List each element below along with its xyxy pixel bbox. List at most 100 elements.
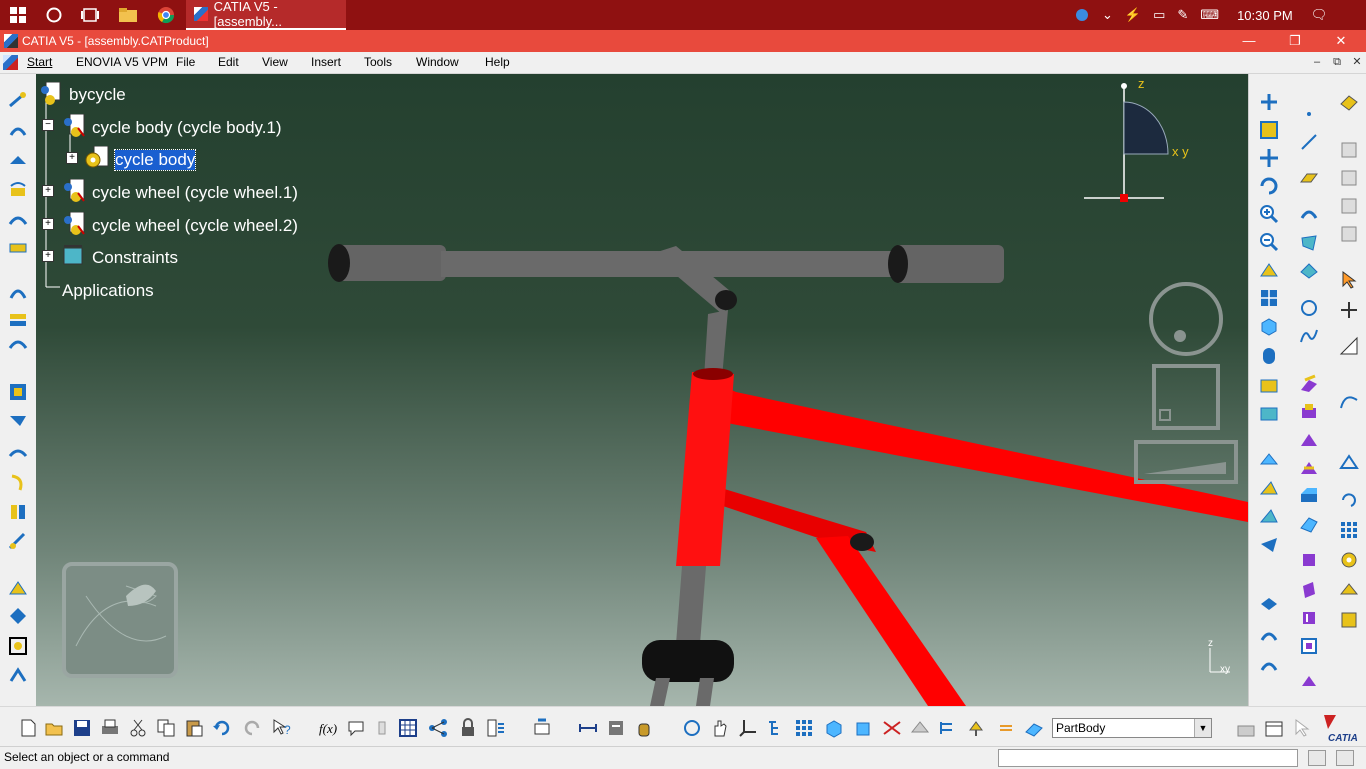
status-button-2[interactable] [1336,750,1354,766]
padlock-icon[interactable] [458,718,478,738]
explode-icon[interactable] [8,502,28,522]
kinematics-icon[interactable] [1339,224,1359,244]
save-icon[interactable] [72,718,92,738]
compass-tool-icon[interactable] [1339,300,1359,320]
transform-icon[interactable] [1339,490,1359,510]
help-tray-icon[interactable] [1076,9,1088,21]
bill-of-material-icon[interactable] [1259,450,1279,470]
pen-icon[interactable]: ✎ [1177,7,1188,23]
constraints-icon[interactable] [62,244,86,268]
whats-this-icon[interactable]: ? [272,718,292,738]
tree-item-cycle-wheel-1[interactable]: cycle wheel (cycle wheel.1) [92,183,298,203]
graph-icon[interactable] [428,718,448,738]
change-constraint-icon[interactable] [8,382,28,402]
bicycle-model[interactable] [36,74,1248,706]
copy-icon[interactable] [156,718,176,738]
product-icon[interactable] [62,211,86,236]
formula-icon[interactable]: f(x) [318,718,338,738]
generate-numbering-icon[interactable] [1259,596,1279,616]
menu-help[interactable]: Help [485,55,510,69]
tree-item-cycle-wheel-2[interactable]: cycle wheel (cycle wheel.2) [92,216,298,236]
publication-icon[interactable] [1259,654,1279,674]
product-icon[interactable] [62,178,86,203]
chevron-down-icon[interactable]: ▼ [1194,719,1211,737]
spline-icon[interactable] [1299,326,1319,346]
undo-icon[interactable] [212,718,232,738]
taskbar-catia-button[interactable]: CATIA V5 - [assembly... [186,0,346,30]
close-button[interactable]: ✕ [1318,31,1364,51]
snap-icon[interactable] [8,472,28,492]
enhanced-scene-icon[interactable] [1259,534,1279,554]
catalog-browser-icon[interactable] [1339,580,1359,600]
product-icon[interactable] [62,113,86,138]
new-icon[interactable] [18,718,38,738]
stop-manipulate-icon[interactable] [8,532,28,552]
table-icon[interactable] [398,718,418,738]
tree-root-label[interactable]: bycycle [69,85,126,105]
line-icon[interactable] [1299,132,1319,152]
point-icon[interactable] [1299,104,1319,124]
multi-view-icon[interactable] [1259,288,1279,308]
catalog-icon[interactable] [1259,626,1279,646]
product-root-icon[interactable] [40,81,64,106]
zoom-out-icon[interactable] [1259,232,1279,252]
measure-icon[interactable] [8,578,28,598]
measure-between-icon[interactable] [578,718,598,738]
tree-item-cycle-body-part[interactable]: cycle body [113,149,197,171]
sketcher-icon[interactable] [1339,92,1359,112]
part-icon[interactable] [84,145,110,170]
sketch-plane-icon[interactable] [1339,336,1359,356]
select-arrow-icon[interactable] [1292,718,1312,738]
product-structure-icon[interactable] [1259,92,1279,112]
chevron-up-icon[interactable]: ⌄ [1102,7,1113,23]
scissors-icon[interactable] [882,718,902,738]
circle-icon[interactable] [1299,298,1319,318]
rotate-widget[interactable] [1149,282,1223,356]
paste-icon[interactable] [184,718,204,738]
pan-icon[interactable] [1259,148,1279,168]
draft-icon[interactable] [1299,608,1319,628]
viewer-thumbnail[interactable] [62,562,178,678]
sectioning-icon[interactable] [8,636,28,656]
cut-icon[interactable] [128,718,148,738]
zoom-widget[interactable] [1134,440,1238,484]
normal-view-icon[interactable] [1259,260,1279,280]
product-icon-right[interactable] [1339,168,1359,188]
iso-view-icon[interactable] [1259,316,1279,336]
network-icon[interactable]: ⚡ [1125,7,1141,23]
status-button-1[interactable] [1308,750,1326,766]
catalog-browser-bottom-icon[interactable] [532,718,552,738]
swap-visible-icon[interactable] [1259,404,1279,424]
expand-toggle[interactable]: + [42,218,54,230]
windows-start-icon[interactable] [0,0,36,30]
quick-constraint-icon[interactable] [8,310,28,330]
measure-item-icon[interactable] [606,718,626,738]
cube-view-icon[interactable] [854,718,874,738]
cursor-icon[interactable] [1339,270,1359,290]
expand-toggle[interactable]: + [42,185,54,197]
file-explorer-icon[interactable] [110,0,146,30]
reuse-pattern-icon[interactable] [8,410,28,430]
menu-file[interactable]: File [176,55,195,69]
task-view-icon[interactable] [72,0,108,30]
compass[interactable] [1084,83,1169,202]
hand-pan-icon[interactable] [710,718,730,738]
3d-viewport[interactable]: z x y z xy bycycle − cycle body (cycle b… [36,74,1248,706]
surface-design-icon[interactable] [1339,196,1359,216]
notification-icon[interactable]: 🗨 [1311,7,1328,23]
assembly-constraint-icon[interactable] [8,90,28,110]
angle-constraint-icon[interactable] [8,210,28,230]
coincidence-icon[interactable] [8,120,28,140]
redo-icon[interactable] [242,718,262,738]
flexible-rigid-icon[interactable] [8,336,28,356]
plane-icon[interactable] [1299,168,1319,188]
restore-button[interactable]: ❐ [1272,31,1318,51]
chamfer-icon[interactable] [1299,580,1319,600]
doc-close-button[interactable]: ✕ [1349,54,1365,70]
analysis-icon[interactable] [1339,452,1359,472]
swap-icon[interactable] [910,718,930,738]
expand-toggle[interactable]: + [42,250,54,262]
zoom-in-icon[interactable] [1259,204,1279,224]
lamp-icon[interactable] [966,718,986,738]
fly-mode-icon[interactable] [682,718,702,738]
